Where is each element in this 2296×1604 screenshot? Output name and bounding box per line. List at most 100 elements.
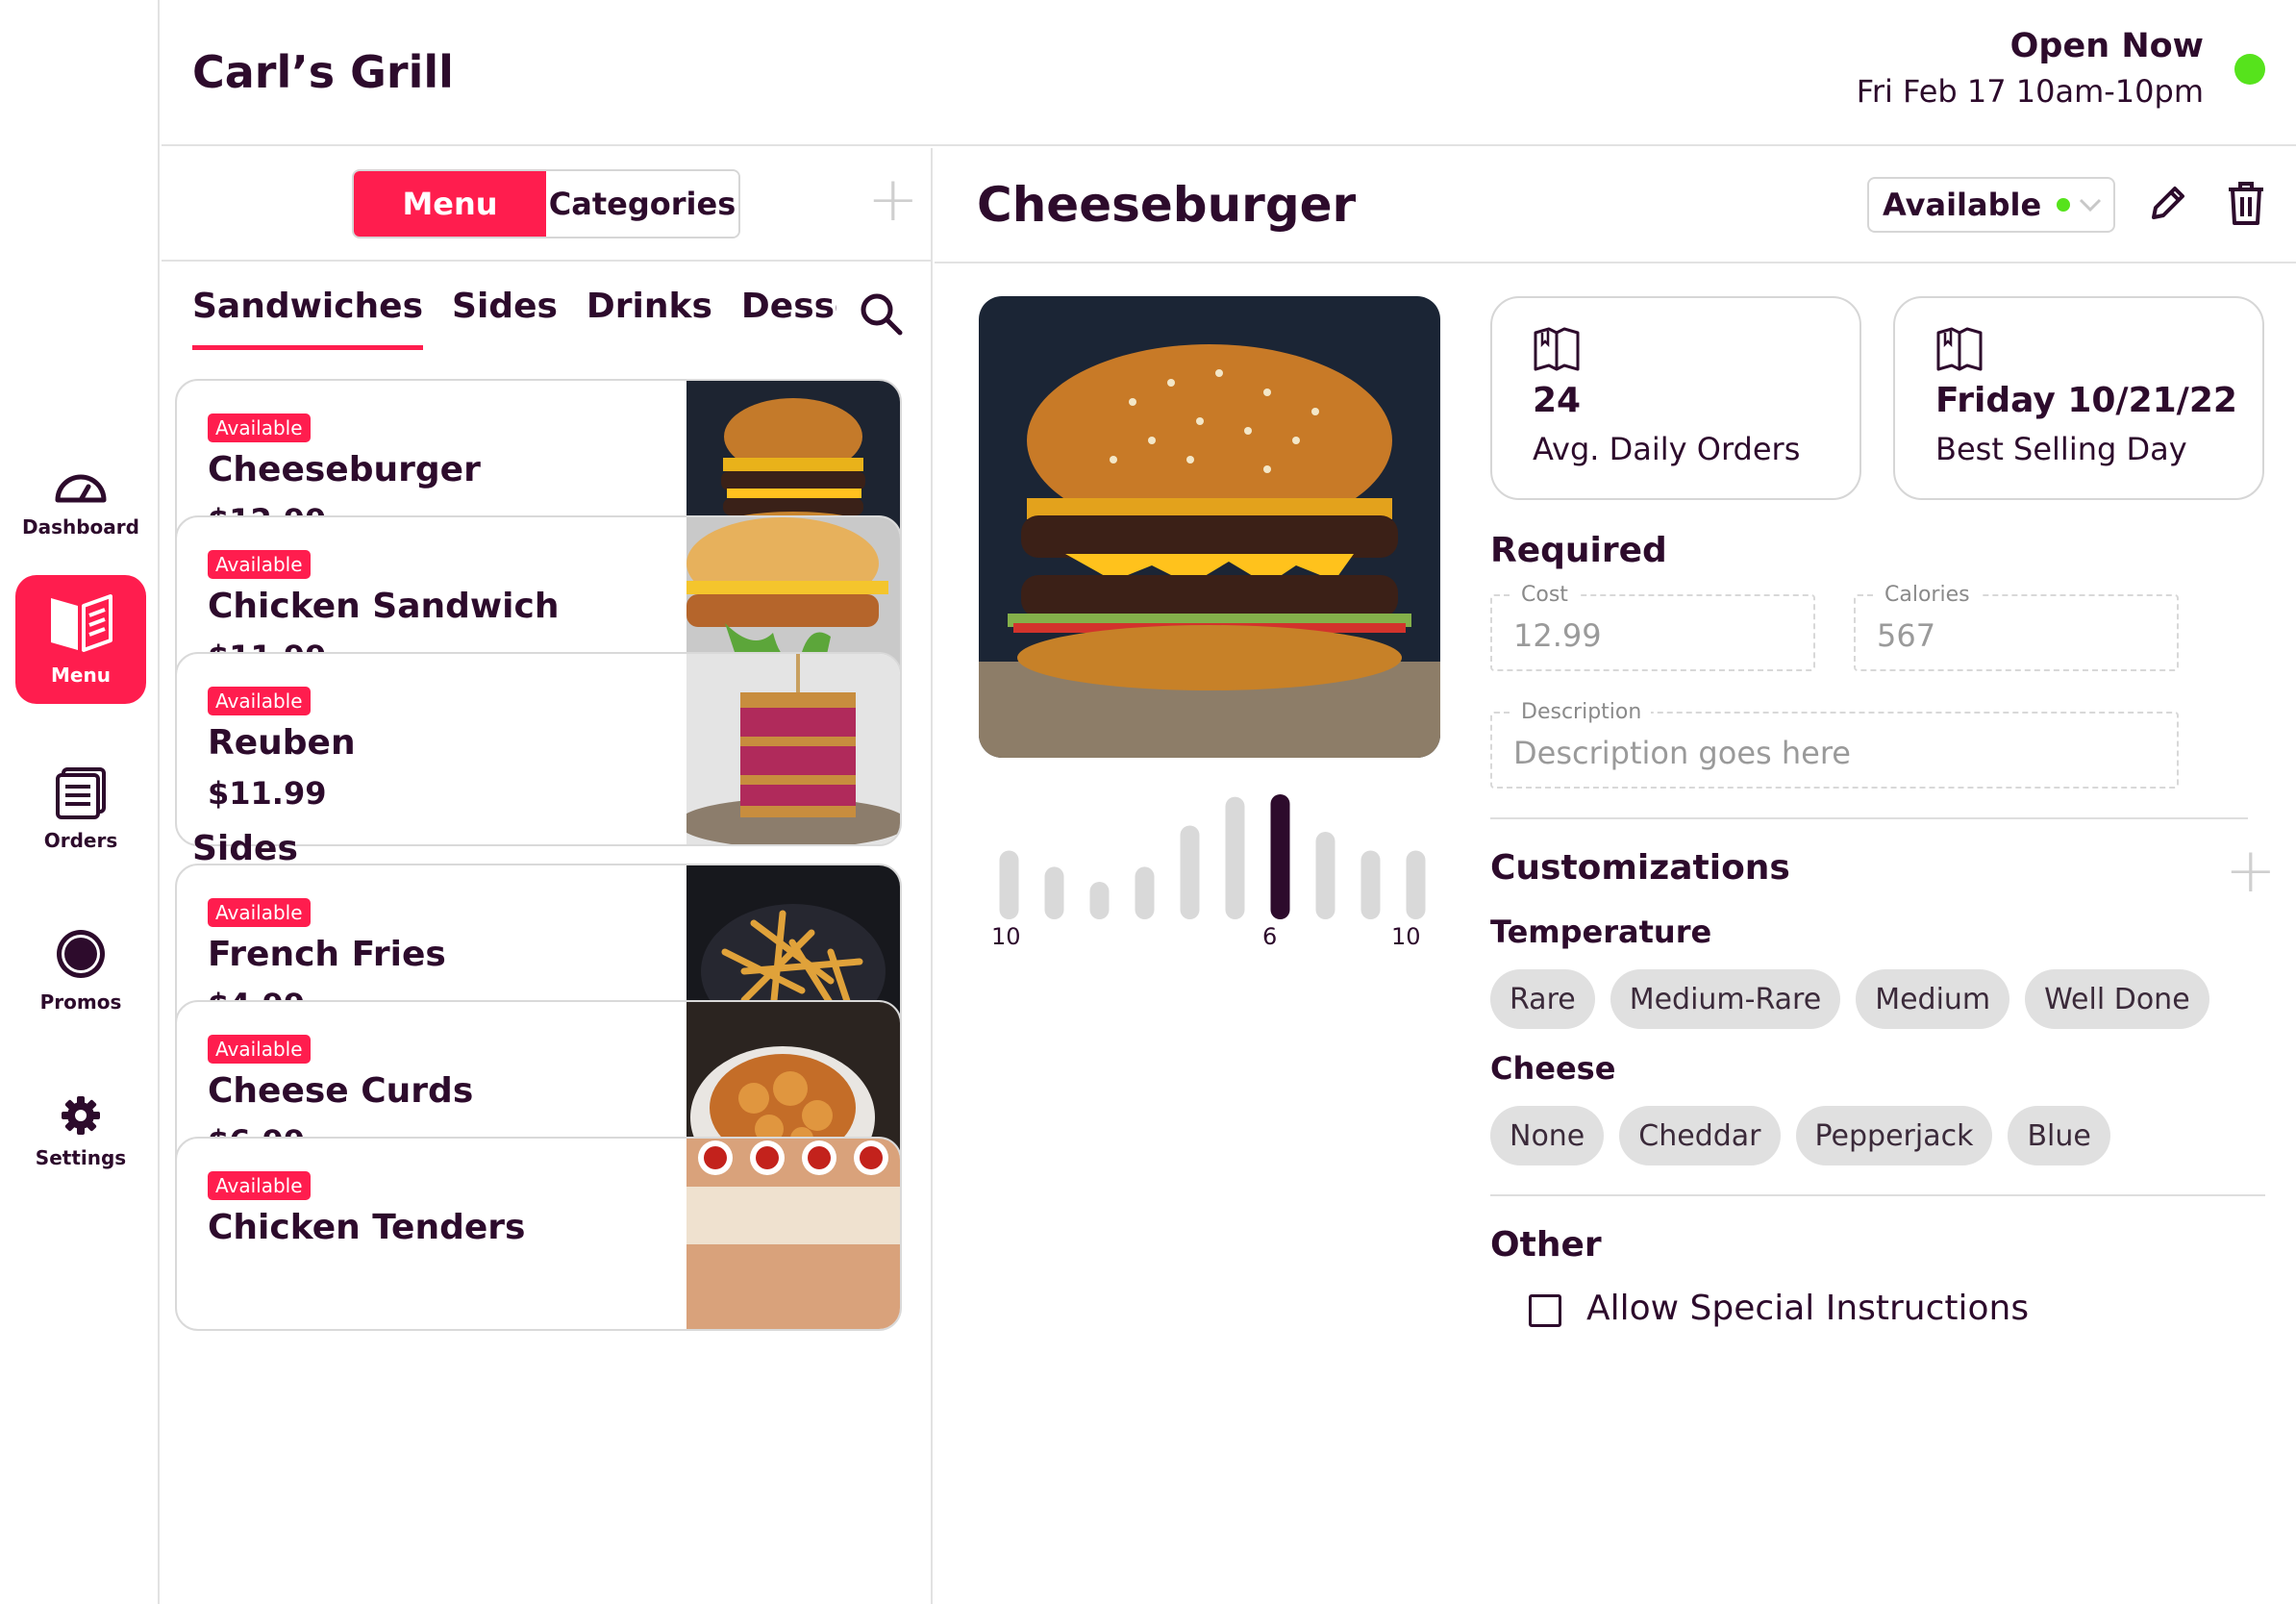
cheese-heading: Cheese — [1490, 1050, 1616, 1087]
toggle-categories-button[interactable]: Categories — [546, 171, 738, 237]
search-icon[interactable] — [858, 290, 906, 338]
gauge-icon — [55, 474, 107, 503]
order-bar — [1270, 794, 1290, 919]
availability-badge: Available — [208, 550, 311, 579]
nav-promos-label: Promos — [39, 990, 122, 1014]
order-bar — [1089, 882, 1110, 919]
item-hero-photo — [979, 296, 1440, 758]
required-heading: Required — [1490, 531, 1667, 570]
restaurant-name: Carl’s Grill — [192, 46, 454, 98]
trash-icon[interactable] — [2227, 181, 2265, 227]
tab-desserts[interactable]: Desserts — [741, 287, 836, 345]
item-title: Cheeseburger — [977, 177, 1357, 233]
orders-icon — [56, 767, 106, 819]
description-placeholder: Description goes here — [1513, 735, 1851, 771]
calories-field[interactable]: Calories 567 — [1854, 583, 2179, 671]
menu-item-card[interactable]: Available Reuben $11.99 — [175, 652, 902, 846]
availability-badge: Available — [208, 1035, 311, 1064]
item-name: French Fries — [208, 935, 446, 974]
chip-pepperjack[interactable]: Pepperjack — [1795, 1106, 1993, 1165]
order-bar — [1360, 850, 1381, 919]
bar-label-highlight: 6 — [1262, 923, 1278, 950]
nav-menu-label: Menu — [51, 664, 111, 687]
stat-card-avg-orders: 24 Avg. Daily Orders — [1490, 296, 1861, 500]
order-bar — [999, 850, 1019, 919]
menu-toolbar: Menu Categories + — [162, 148, 931, 262]
chip-medium[interactable]: Medium — [1856, 969, 2010, 1029]
top-header: Carl’s Grill Open Now Fri Feb 17 10am-10… — [162, 0, 2296, 146]
orders-bar-chart — [999, 794, 1426, 919]
promo-badge-icon — [57, 930, 105, 978]
chip-medium-rare[interactable]: Medium-Rare — [1610, 969, 1841, 1029]
tab-sandwiches[interactable]: Sandwiches — [192, 287, 424, 350]
description-field[interactable]: Description Description goes here — [1490, 700, 2179, 789]
opening-hours: Fri Feb 17 10am-10pm — [1856, 73, 2204, 110]
calories-label: Calories — [1875, 583, 1980, 607]
sidebar-nav: Dashboard Menu Orders Promos Settings — [0, 0, 160, 1604]
availability-badge: Available — [208, 1171, 311, 1200]
order-bar — [1406, 850, 1426, 919]
tab-drinks[interactable]: Drinks — [586, 287, 712, 345]
menu-list-pane: Menu Categories + Sandwiches Sides Drinks D… — [162, 148, 933, 1604]
chicken-tenders-photo — [686, 1139, 900, 1329]
best-day-caption: Best Selling Day — [1935, 431, 2187, 467]
availability-dot — [2057, 198, 2071, 212]
tab-sides[interactable]: Sides — [452, 287, 558, 345]
availability-dropdown[interactable]: Available — [1867, 177, 2115, 233]
nav-settings[interactable]: Settings — [15, 1067, 146, 1196]
chip-none[interactable]: None — [1490, 1106, 1605, 1165]
best-day-value: Friday 10/21/22 — [1935, 381, 2237, 420]
nav-menu[interactable]: Menu — [15, 575, 146, 704]
item-name: Chicken Tenders — [208, 1208, 526, 1247]
add-item-icon[interactable]: + — [867, 169, 919, 231]
chip-blue[interactable]: Blue — [2008, 1106, 2110, 1165]
edit-pencil-icon[interactable] — [2148, 183, 2188, 223]
special-instructions-label: Allow Special Instructions — [1586, 1289, 2030, 1328]
chip-well-done[interactable]: Well Done — [2025, 969, 2209, 1029]
section-divider — [1490, 817, 2248, 819]
description-label: Description — [1511, 700, 1652, 724]
special-instructions-checkbox[interactable] — [1529, 1294, 1561, 1327]
menu-item-card[interactable]: Available Chicken Tenders — [175, 1137, 902, 1331]
customizations-heading: Customizations — [1490, 848, 1790, 888]
open-status-indicator — [2234, 54, 2265, 85]
item-detail-header: Cheeseburger Available — [935, 148, 2296, 263]
open-book-icon — [1534, 327, 1580, 371]
cost-label: Cost — [1511, 583, 1578, 607]
nav-orders[interactable]: Orders — [15, 744, 146, 873]
bar-label-left: 10 — [991, 923, 1021, 950]
nav-promos[interactable]: Promos — [15, 906, 146, 1035]
category-tabs: Sandwiches Sides Drinks Desserts — [192, 287, 836, 354]
nav-dashboard[interactable]: Dashboard — [15, 439, 146, 567]
temperature-heading: Temperature — [1490, 914, 1712, 950]
other-heading: Other — [1490, 1225, 1602, 1265]
availability-badge: Available — [208, 414, 311, 442]
chevron-down-icon — [2080, 198, 2102, 213]
availability-badge: Available — [208, 687, 311, 715]
temperature-options: Rare Medium-Rare Medium Well Done — [1490, 969, 2209, 1029]
nav-orders-label: Orders — [43, 829, 118, 852]
cost-value: 12.99 — [1513, 617, 1602, 654]
cost-field[interactable]: Cost 12.99 — [1490, 583, 1815, 671]
bar-label-right: 10 — [1391, 923, 1421, 950]
item-name: Cheeseburger — [208, 450, 481, 489]
chip-cheddar[interactable]: Cheddar — [1619, 1106, 1781, 1165]
stat-card-best-day: Friday 10/21/22 Best Selling Day — [1893, 296, 2264, 500]
menu-categories-toggle: Menu Categories — [352, 169, 740, 238]
order-bar — [1044, 866, 1064, 919]
menu-book-icon — [51, 594, 112, 652]
cheese-options: None Cheddar Pepperjack Blue — [1490, 1106, 2110, 1165]
calories-value: 567 — [1877, 617, 1936, 654]
item-name: Chicken Sandwich — [208, 587, 560, 626]
availability-value: Available — [1883, 187, 2042, 223]
chip-rare[interactable]: Rare — [1490, 969, 1595, 1029]
nav-dashboard-label: Dashboard — [22, 515, 139, 539]
order-bar — [1225, 796, 1245, 919]
section-title-sides: Sides — [192, 829, 298, 868]
toggle-menu-button[interactable]: Menu — [354, 171, 546, 237]
add-customization-icon[interactable]: + — [2225, 840, 2277, 902]
section-divider — [1490, 1194, 2265, 1196]
nav-settings-label: Settings — [35, 1146, 127, 1169]
item-price: $11.99 — [208, 775, 327, 812]
open-status-text: Open Now — [2009, 27, 2204, 65]
